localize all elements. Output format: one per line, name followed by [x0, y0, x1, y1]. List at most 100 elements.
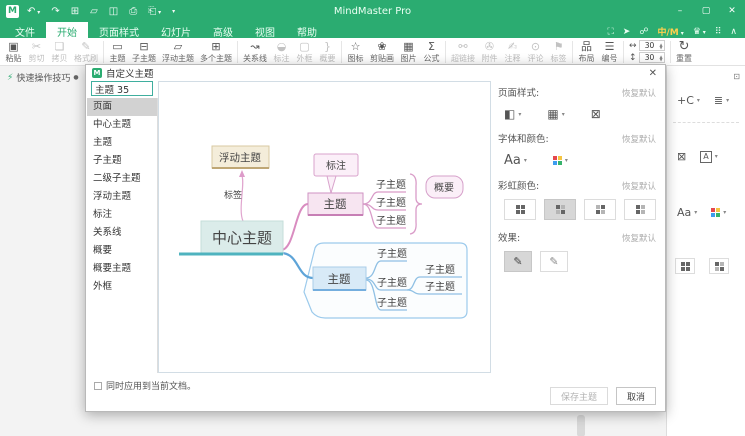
style-target-item-1[interactable]: 中心主题 [87, 116, 157, 134]
save-theme-button[interactable]: 保存主题 [550, 387, 608, 405]
style-target-item-3[interactable]: 子主题 [87, 152, 157, 170]
rainbow-option-2[interactable] [544, 199, 576, 220]
dialog-options-panel: 页面样式: 恢复默认 ◧▾ ▦▾ ⊠ 字体和颜色: 恢复默认 Aa▾ ▾ [498, 81, 658, 274]
ribbon-picture-button[interactable]: ▦图片 [397, 39, 420, 65]
dialog-close-icon[interactable]: ✕ [647, 68, 659, 79]
scan-icon[interactable]: ⛶ [607, 27, 613, 37]
redo-icon[interactable]: ↷ [51, 6, 59, 17]
apply-current-doc-checkbox[interactable] [94, 382, 102, 390]
ribbon-icon-marker-button[interactable]: ☆图标 [344, 39, 367, 65]
tab-3[interactable]: 幻灯片 [150, 22, 202, 38]
export-icon[interactable]: ⎗ ▾ [148, 6, 161, 17]
rainbow-reset-link[interactable]: 恢复默认 [622, 180, 658, 192]
horizontal-spacing-stepper[interactable]: 30 ▲▼ [639, 40, 665, 51]
ribbon-clipart-button[interactable]: ❀剪贴画 [367, 39, 397, 65]
style-target-item-0[interactable]: 页面 [87, 98, 157, 116]
ribbon-boundary-label: 外框 [297, 54, 313, 63]
customize-quickbar-icon[interactable]: ▾ [172, 8, 175, 15]
pink-topic-text: 主题 [324, 197, 347, 211]
rainbow-option-1[interactable] [504, 199, 536, 220]
share-icon[interactable]: ☍ [639, 27, 648, 37]
font-button[interactable]: Aa▾ [504, 153, 527, 168]
effect-reset-link[interactable]: 恢复默认 [622, 232, 658, 244]
ribbon-topic-button[interactable]: ▭主题 [106, 39, 129, 65]
add-relationship-icon[interactable]: +C▾ [677, 94, 700, 107]
subtopic-text: 子主题 [376, 215, 406, 227]
ribbon-multi-topic-button[interactable]: ⊞多个主题 [197, 39, 235, 65]
style-target-item-9[interactable]: 概要主题 [87, 260, 157, 278]
tab-5[interactable]: 视图 [244, 22, 286, 38]
ribbon-layout-button[interactable]: 品布局 [575, 39, 598, 65]
panel-image-remove-icon[interactable]: ⊠ [677, 150, 686, 163]
tab-0[interactable]: 文件 [4, 22, 46, 38]
page-style-reset-link[interactable]: 恢复默认 [622, 87, 658, 99]
ribbon-subtopic-button[interactable]: ⊟子主题 [129, 39, 159, 65]
style-target-item-8[interactable]: 概要 [87, 242, 157, 260]
color-theme-button[interactable]: ▾ [553, 156, 568, 165]
minimize-button[interactable]: – [667, 0, 693, 22]
spacing-cluster: ↔ 30 ▲▼ ↕ 30 ▲▼ [626, 40, 668, 63]
ribbon-paste-button[interactable]: ▣粘贴 [2, 39, 25, 65]
rainbow-option-3[interactable] [584, 199, 616, 220]
print-icon[interactable]: ⎙ [129, 6, 137, 17]
font-color-label: 字体和颜色: [498, 131, 549, 145]
canvas[interactable]: ⚡ 快速操作技巧 ● ⊡ +C▾ ≣▾ ⊠ A▾ Aa▾ ▾ [0, 66, 745, 436]
fill-color-button[interactable]: ◧▾ [504, 107, 521, 121]
ribbon-summary-button: }概要 [316, 39, 339, 65]
undo-icon[interactable]: ↶ ▾ [27, 6, 40, 17]
pin-panel-icon[interactable]: ⊡ [733, 72, 740, 81]
style-target-item-10[interactable]: 外框 [87, 278, 157, 296]
hyperlink-icon: ⚯ [458, 41, 467, 53]
style-target-item-6[interactable]: 标注 [87, 206, 157, 224]
relationship-icon: ↝ [250, 41, 259, 53]
ribbon-reset[interactable]: ↻ 重置 [673, 39, 696, 65]
maximize-button[interactable]: ▢ [693, 0, 719, 22]
remove-background-button[interactable]: ⊠ [591, 107, 601, 121]
open-icon[interactable]: ▱ [90, 6, 98, 17]
central-topic-text: 中心主题 [212, 229, 272, 247]
rainbow-option-4[interactable] [624, 199, 656, 220]
panel-rainbow-1-button[interactable] [675, 258, 695, 274]
style-target-item-4[interactable]: 二级子主题 [87, 170, 157, 188]
tab-6[interactable]: 帮助 [286, 22, 328, 38]
numbering-panel-icon[interactable]: ≣▾ [714, 94, 729, 107]
canvas-scrollbar-nub[interactable] [577, 415, 585, 436]
language-toggle[interactable]: 中/M ▾ [657, 25, 683, 38]
ribbon-relationship-button[interactable]: ↝关系线 [240, 39, 270, 65]
font-color-reset-link[interactable]: 恢复默认 [622, 133, 658, 145]
ribbon-floating-topic-button[interactable]: ▱浮动主题 [159, 39, 197, 65]
panel-palette-icon[interactable]: ▾ [711, 208, 726, 217]
panel-rainbow-2-button[interactable] [709, 258, 729, 274]
tab-1[interactable]: 开始 [46, 22, 88, 38]
send-icon[interactable]: ➤ [623, 27, 631, 37]
ribbon-formula-label: 公式 [424, 54, 440, 63]
quick-tips-chip[interactable]: ⚡ 快速操作技巧 ● [7, 71, 79, 84]
style-target-item-5[interactable]: 浮动主题 [87, 188, 157, 206]
vertical-spacing-stepper[interactable]: 30 ▲▼ [639, 52, 665, 63]
close-button[interactable]: ✕ [719, 0, 745, 22]
ribbon-formula-button[interactable]: Σ公式 [420, 39, 443, 65]
ribbon-cut-label: 剪切 [29, 54, 45, 63]
collapse-ribbon-icon[interactable]: ∧ [730, 27, 737, 37]
style-target-item-2[interactable]: 主题 [87, 134, 157, 152]
new-document-icon[interactable]: ⊞ [71, 6, 79, 17]
paste-icon: ▣ [8, 41, 18, 53]
save-icon[interactable]: ◫ [109, 6, 118, 17]
ribbon-clipart-label: 剪贴画 [370, 54, 394, 63]
mindmap-preview-svg: 浮动主题 标签 标注 主题 子主题 子主题 子主题 [159, 82, 490, 372]
cancel-button[interactable]: 取消 [616, 387, 656, 405]
effect-option-1[interactable]: ✎ [504, 251, 532, 272]
tab-4[interactable]: 高级 [202, 22, 244, 38]
effect-option-2[interactable]: ✎ [540, 251, 568, 272]
apps-grid-icon[interactable]: ⠿ [715, 27, 722, 37]
ribbon-copy-label: 拷贝 [52, 54, 68, 63]
panel-font-icon[interactable]: Aa▾ [677, 206, 697, 219]
ribbon-numbering-button[interactable]: ☰编号 [598, 39, 621, 65]
background-image-button[interactable]: ▦▾ [547, 107, 564, 121]
theme-name-input[interactable] [91, 81, 153, 96]
vip-icon[interactable]: ♛ ▾ [693, 27, 706, 37]
style-target-item-7[interactable]: 关系线 [87, 224, 157, 242]
tab-2[interactable]: 页面样式 [88, 22, 150, 38]
picture-icon: ▦ [403, 41, 413, 53]
panel-text-box-icon[interactable]: A▾ [700, 151, 718, 163]
